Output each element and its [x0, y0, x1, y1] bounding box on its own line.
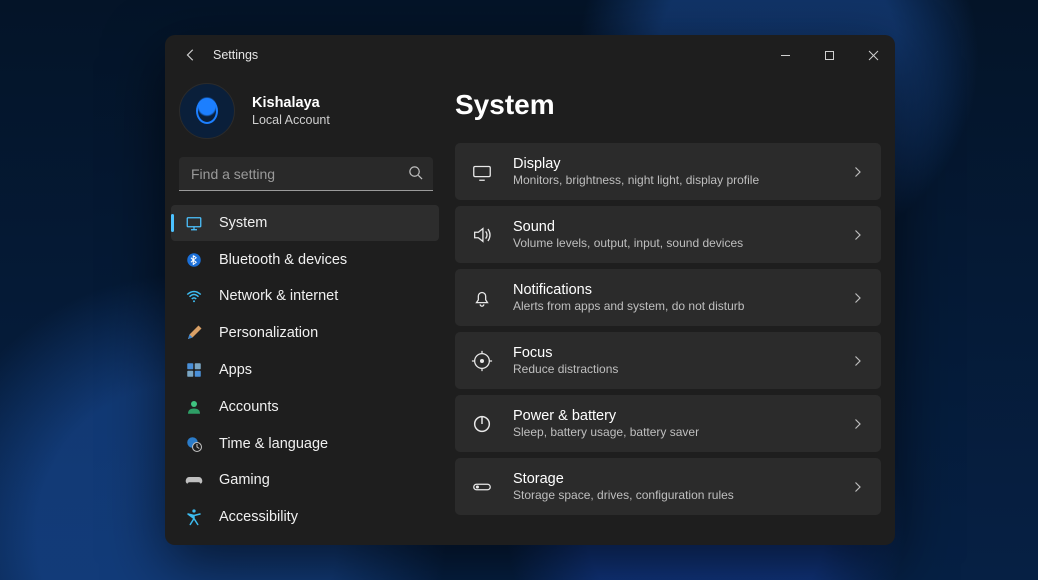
card-title: Focus: [513, 345, 833, 361]
nav-item-label: Apps: [219, 362, 252, 378]
card-title: Storage: [513, 471, 833, 487]
card-subtitle: Monitors, brightness, night light, displ…: [513, 173, 833, 187]
clock-globe-icon: [185, 435, 203, 453]
minimize-button[interactable]: [763, 35, 807, 75]
card-subtitle: Sleep, battery usage, battery saver: [513, 425, 833, 439]
main-header: System: [445, 75, 895, 143]
paintbrush-icon: [185, 324, 203, 342]
card-title: Power & battery: [513, 408, 833, 424]
person-icon: [185, 398, 203, 416]
power-icon: [469, 411, 495, 437]
nav-item-label: System: [219, 215, 267, 231]
search-wrap: [179, 157, 433, 191]
chevron-right-icon: [851, 355, 863, 367]
card-subtitle: Storage space, drives, configuration rul…: [513, 488, 833, 502]
settings-item-power-battery[interactable]: Power & batterySleep, battery usage, bat…: [455, 395, 881, 452]
card-subtitle: Volume levels, output, input, sound devi…: [513, 236, 833, 250]
nav-item-time-language[interactable]: Time & language: [171, 426, 439, 462]
nav-item-apps[interactable]: Apps: [171, 352, 439, 388]
nav-item-personalization[interactable]: Personalization: [171, 315, 439, 351]
page-title: System: [455, 89, 875, 121]
gamepad-icon: [185, 471, 203, 489]
profile-subtitle: Local Account: [252, 113, 330, 127]
chevron-right-icon: [851, 481, 863, 493]
chevron-right-icon: [851, 418, 863, 430]
settings-item-display[interactable]: DisplayMonitors, brightness, night light…: [455, 143, 881, 200]
chevron-right-icon: [851, 166, 863, 178]
search-input[interactable]: [179, 157, 433, 191]
card-subtitle: Alerts from apps and system, do not dist…: [513, 299, 833, 313]
titlebar: Settings: [165, 35, 895, 75]
nav: System Bluetooth & devices Network & inter…: [165, 205, 445, 535]
window-controls: [763, 35, 895, 75]
nav-item-label: Network & internet: [219, 288, 338, 304]
card-title: Notifications: [513, 282, 833, 298]
app-title: Settings: [213, 48, 258, 62]
focus-icon: [469, 348, 495, 374]
nav-item-accounts[interactable]: Accounts: [171, 389, 439, 425]
apps-icon: [185, 361, 203, 379]
nav-item-gaming[interactable]: Gaming: [171, 462, 439, 498]
nav-item-label: Time & language: [219, 436, 328, 452]
maximize-button[interactable]: [807, 35, 851, 75]
settings-item-notifications[interactable]: NotificationsAlerts from apps and system…: [455, 269, 881, 326]
nav-item-label: Personalization: [219, 325, 318, 341]
settings-item-focus[interactable]: FocusReduce distractions: [455, 332, 881, 389]
bluetooth-icon: [185, 251, 203, 269]
nav-item-label: Accessibility: [219, 509, 298, 525]
settings-list[interactable]: DisplayMonitors, brightness, night light…: [445, 143, 895, 545]
nav-item-label: Gaming: [219, 472, 270, 488]
sound-icon: [469, 222, 495, 248]
bell-icon: [469, 285, 495, 311]
profile-name: Kishalaya: [252, 95, 330, 111]
settings-window: Settings Kishalaya Local: [165, 35, 895, 545]
nav-item-label: Bluetooth & devices: [219, 252, 347, 268]
close-button[interactable]: [851, 35, 895, 75]
main: System DisplayMonitors, brightness, nigh…: [445, 75, 895, 545]
settings-item-storage[interactable]: StorageStorage space, drives, configurat…: [455, 458, 881, 515]
avatar: [179, 83, 235, 139]
profile[interactable]: Kishalaya Local Account: [165, 75, 445, 157]
nav-item-label: Accounts: [219, 399, 279, 415]
display-icon: [469, 159, 495, 185]
nav-item-accessibility[interactable]: Accessibility: [171, 499, 439, 535]
card-subtitle: Reduce distractions: [513, 362, 833, 376]
nav-item-bluetooth-devices[interactable]: Bluetooth & devices: [171, 242, 439, 278]
settings-item-sound[interactable]: SoundVolume levels, output, input, sound…: [455, 206, 881, 263]
wifi-icon: [185, 287, 203, 305]
accessibility-icon: [185, 508, 203, 526]
nav-item-network-internet[interactable]: Network & internet: [171, 279, 439, 315]
chevron-right-icon: [851, 292, 863, 304]
chevron-right-icon: [851, 229, 863, 241]
card-title: Sound: [513, 219, 833, 235]
storage-icon: [469, 474, 495, 500]
sidebar: Kishalaya Local Account System Bluetooth …: [165, 75, 445, 545]
card-title: Display: [513, 156, 833, 172]
nav-item-system[interactable]: System: [171, 205, 439, 241]
back-button[interactable]: [179, 43, 203, 67]
system-icon: [185, 214, 203, 232]
